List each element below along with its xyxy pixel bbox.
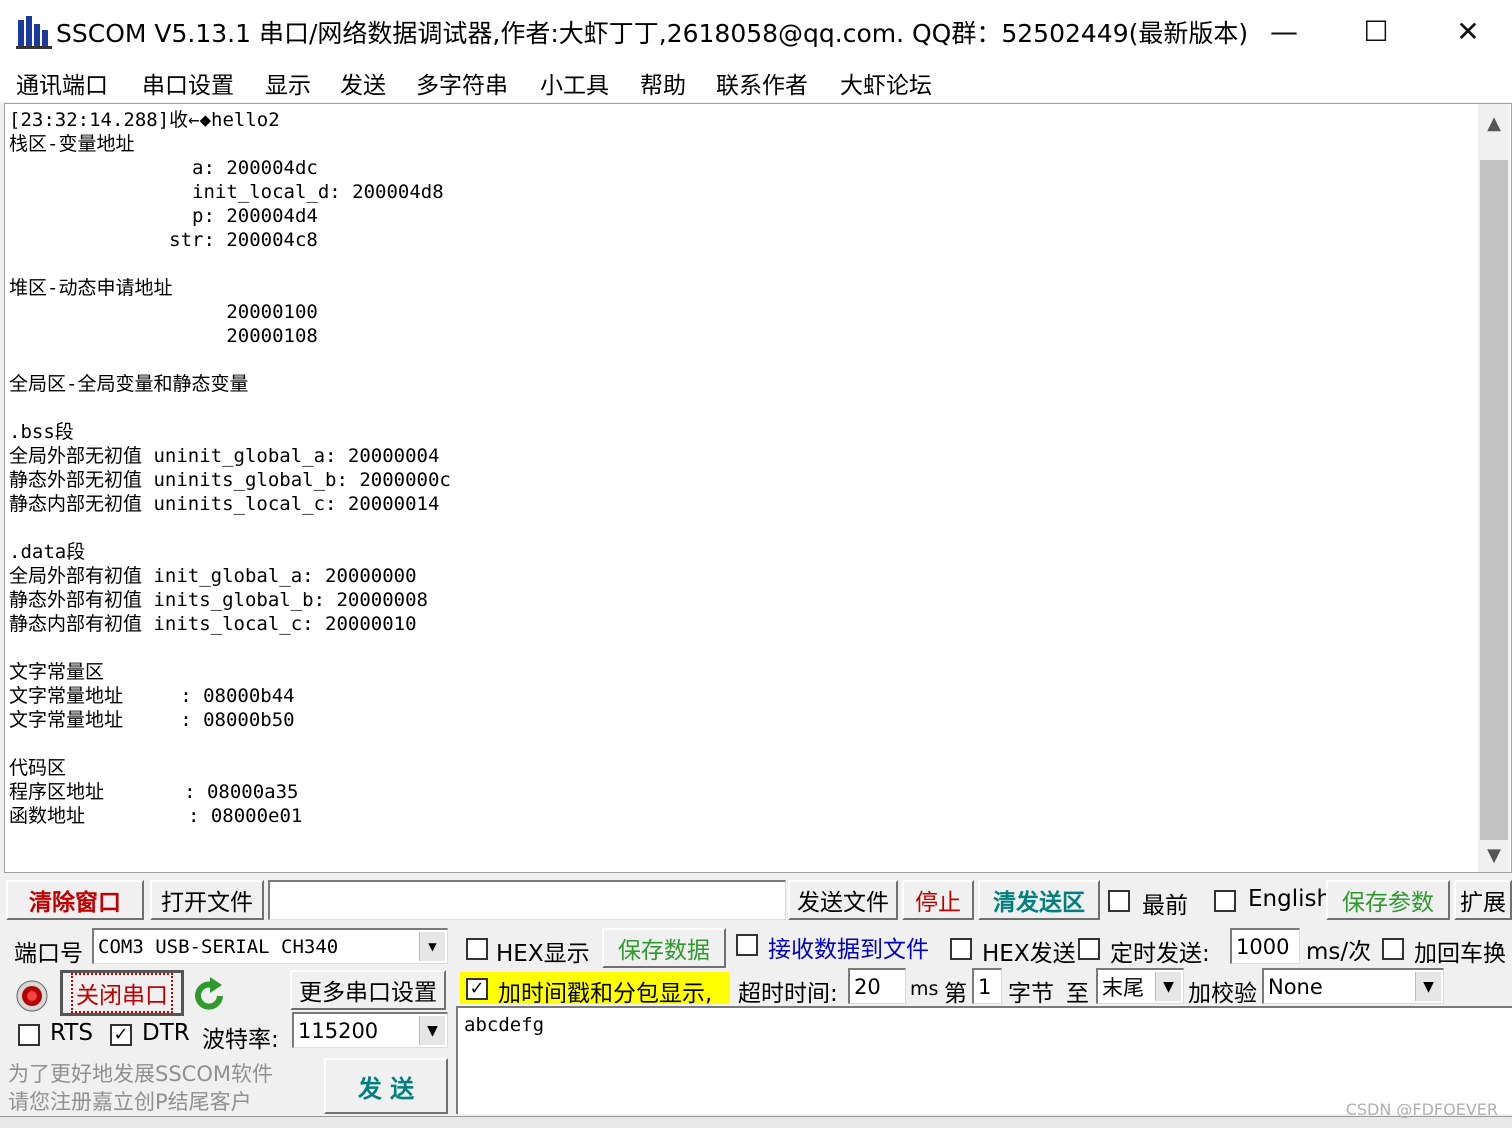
baud-select-value: 115200	[298, 1018, 379, 1043]
promo-line-2: 请您注册嘉立创P结尾客户	[8, 1090, 252, 1114]
minimize-button[interactable]: —	[1238, 0, 1330, 62]
hex-send-checkbox[interactable]	[950, 938, 972, 960]
menu-contact-author[interactable]: 联系作者	[716, 66, 808, 100]
watermark: CSDN @FDFOEVER	[1345, 1100, 1498, 1119]
send-file-button[interactable]: 发送文件	[788, 880, 898, 920]
interval-input[interactable]: 1000	[1230, 928, 1300, 964]
hex-send-label: HEX发送	[982, 941, 1076, 967]
baud-select[interactable]: 115200 ▼	[292, 1012, 448, 1048]
add-crlf-label: 加回车换	[1414, 941, 1506, 967]
timestamp-checkbox[interactable]: ✓	[466, 978, 488, 1000]
menu-serial-settings[interactable]: 串口设置	[142, 66, 234, 100]
close-port-button[interactable]: 关闭串口	[60, 970, 184, 1016]
baud-label: 波特率:	[202, 1027, 279, 1053]
port-status-icon	[16, 980, 48, 1012]
open-file-button[interactable]: 打开文件	[150, 880, 264, 920]
english-label: English	[1248, 886, 1332, 912]
hex-display-label: HEX显示	[496, 941, 590, 967]
recv-to-file-label: 接收数据到文件	[768, 937, 929, 963]
menu-display[interactable]: 显示	[265, 66, 311, 100]
send-text: abcdefg	[464, 1014, 545, 1036]
scroll-down-icon[interactable]: ▼	[1478, 838, 1510, 872]
rts-checkbox[interactable]	[18, 1024, 40, 1046]
receive-scrollbar-thumb[interactable]	[1480, 160, 1508, 840]
send-input[interactable]: abcdefg	[456, 1006, 1512, 1114]
stop-button[interactable]: 停止	[902, 880, 974, 920]
menu-bar: 通讯端口 串口设置 显示 发送 多字符串 小工具 帮助 联系作者 大虾论坛	[0, 62, 1512, 102]
refresh-icon[interactable]	[192, 976, 228, 1014]
timeout-unit-label: ms	[910, 978, 939, 1000]
english-checkbox[interactable]	[1214, 890, 1236, 912]
chevron-down-icon[interactable]: ▼	[419, 1016, 445, 1045]
recv-to-file-checkbox[interactable]	[736, 934, 758, 956]
promo-text[interactable]: 为了更好地发展SSCOM软件 请您注册嘉立创P结尾客户	[8, 1060, 273, 1116]
to-label: 至	[1066, 981, 1089, 1007]
menu-send[interactable]: 发送	[340, 66, 386, 100]
timeout-label: 超时时间:	[738, 981, 838, 1007]
checksum-select-value: None	[1268, 974, 1323, 999]
close-button[interactable]: ✕	[1422, 0, 1512, 62]
checksum-select[interactable]: None ▼	[1262, 968, 1444, 1004]
window-title: SSCOM V5.13.1 串口/网络数据调试器,作者:大虾丁丁,2618058…	[56, 19, 1249, 48]
interval-unit-label: ms/次	[1306, 939, 1372, 965]
rts-label: RTS	[50, 1020, 93, 1046]
menu-multi-string[interactable]: 多字符串	[416, 66, 508, 100]
clear-send-button[interactable]: 清发送区	[978, 880, 1100, 920]
menu-tools[interactable]: 小工具	[540, 66, 609, 100]
file-path-input[interactable]	[268, 880, 786, 920]
menu-comm-port[interactable]: 通讯端口	[16, 66, 108, 100]
byte-from-label: 第	[944, 981, 967, 1007]
clear-window-button[interactable]: 清除窗口	[6, 880, 144, 920]
app-icon	[16, 16, 52, 49]
port-label: 端口号	[14, 941, 83, 967]
byte-to-select-value: 末尾	[1102, 975, 1144, 1000]
byte-unit-label: 字节	[1008, 981, 1054, 1007]
chevron-down-icon[interactable]: ▼	[1415, 972, 1441, 1001]
hex-display-checkbox[interactable]	[466, 938, 488, 960]
save-params-button[interactable]: 保存参数	[1326, 880, 1450, 920]
save-data-button[interactable]: 保存数据	[602, 928, 726, 968]
maximize-button[interactable]: ☐	[1330, 0, 1422, 62]
menu-forum[interactable]: 大虾论坛	[840, 66, 932, 100]
receive-area[interactable]: [23:32:14.288]收←◆hello2 栈区-变量地址 a: 20000…	[4, 103, 1512, 873]
close-port-label: 关闭串口	[71, 973, 173, 1013]
dtr-checkbox[interactable]: ✓	[110, 1024, 132, 1046]
topmost-checkbox[interactable]	[1108, 890, 1130, 912]
receive-text: [23:32:14.288]收←◆hello2 栈区-变量地址 a: 20000…	[9, 109, 451, 827]
byte-from-input[interactable]: 1	[972, 968, 1002, 1004]
promo-line-1: 为了更好地发展SSCOM软件	[8, 1062, 273, 1086]
port-select-value: COM3 USB-SERIAL CH340	[98, 935, 339, 958]
port-select[interactable]: COM3 USB-SERIAL CH340 ▼	[92, 928, 448, 964]
send-button[interactable]: 发 送	[324, 1058, 448, 1114]
scroll-up-icon[interactable]: ▲	[1478, 106, 1510, 140]
timed-send-checkbox[interactable]	[1078, 938, 1100, 960]
timed-send-label: 定时发送:	[1110, 941, 1210, 967]
dtr-label: DTR	[142, 1020, 190, 1046]
status-bar	[0, 1116, 1512, 1128]
checksum-label: 加校验	[1188, 981, 1257, 1007]
byte-to-select[interactable]: 末尾 ▼	[1096, 968, 1184, 1004]
chevron-down-icon[interactable]: ▼	[1155, 972, 1181, 1001]
more-port-settings-button[interactable]: 更多串口设置	[290, 970, 446, 1010]
timeout-input[interactable]: 20	[848, 968, 906, 1004]
timestamp-label: 加时间戳和分包显示,	[498, 981, 713, 1007]
add-crlf-checkbox[interactable]	[1382, 938, 1404, 960]
menu-help[interactable]: 帮助	[640, 66, 686, 100]
chevron-down-icon[interactable]: ▼	[419, 932, 445, 961]
expand-button[interactable]: 扩展	[1454, 880, 1512, 920]
topmost-label: 最前	[1142, 893, 1188, 919]
